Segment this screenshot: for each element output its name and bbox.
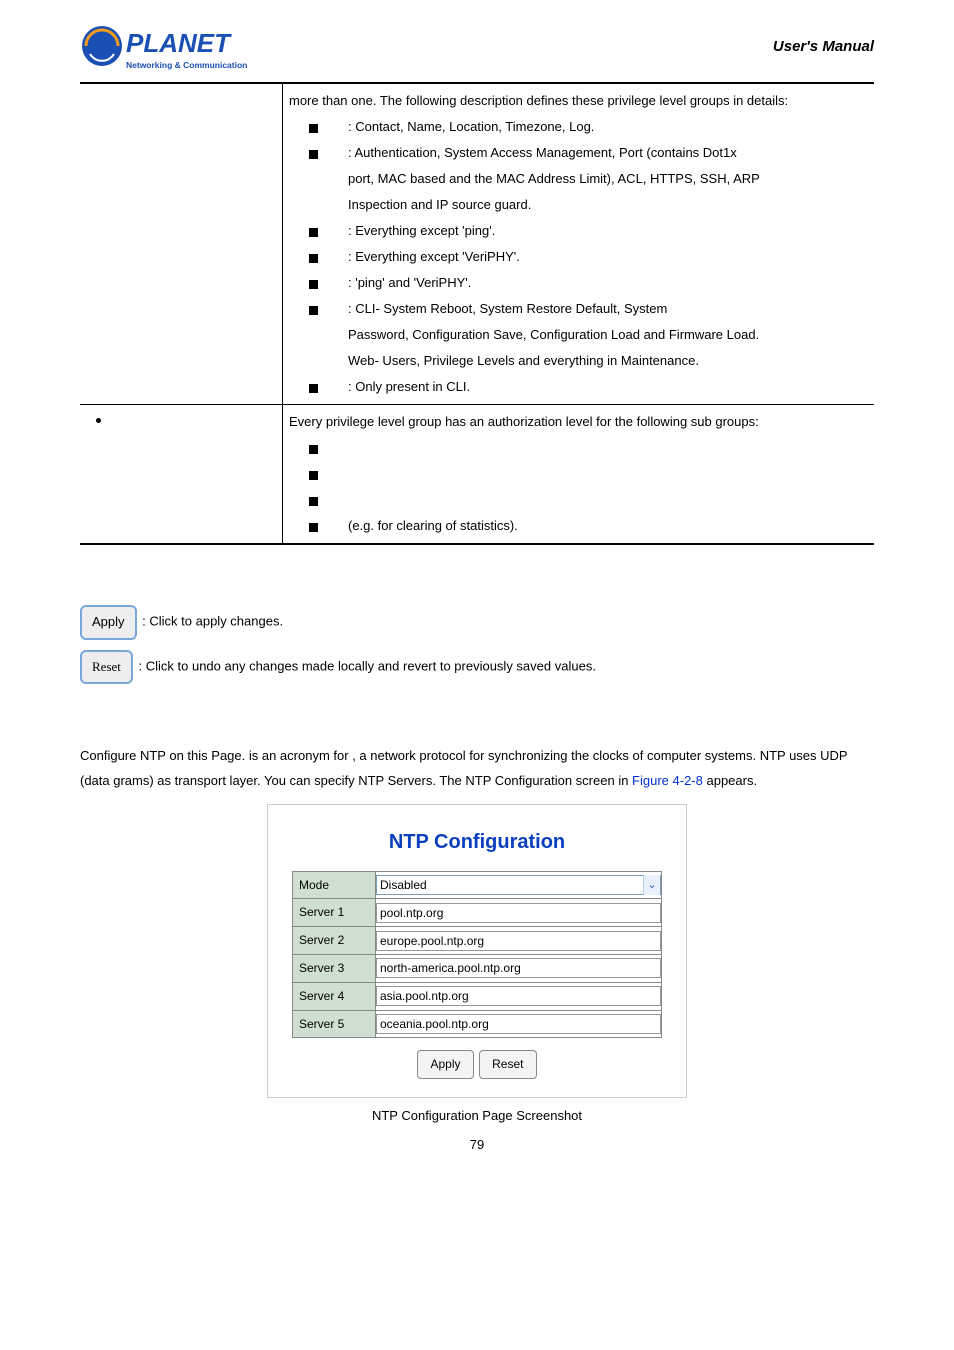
dot-bullet-icon — [96, 418, 101, 423]
group-maint-sub1: Password, Configuration Save, Configurat… — [348, 322, 868, 348]
group-port: : Everything except 'VeriPHY'. — [348, 244, 868, 270]
panel-apply-button[interactable]: Apply — [417, 1050, 473, 1079]
server1-label: Server 1 — [293, 899, 376, 927]
table-row: Mode Disabled ⌄ — [293, 871, 662, 899]
row2-intro: Every privilege level group has an autho… — [289, 409, 868, 435]
square-bullet-icon — [309, 471, 318, 480]
subgroup-4: (e.g. for clearing of statistics). — [348, 513, 868, 539]
group-security-sub2: Inspection and IP source guard. — [348, 192, 868, 218]
group-security-sub1: port, MAC based and the MAC Address Limi… — [348, 166, 868, 192]
group-system: : Contact, Name, Location, Timezone, Log… — [348, 114, 868, 140]
ntp-text-d: appears. — [706, 773, 757, 788]
table-row: Server 1 pool.ntp.org — [293, 899, 662, 927]
ntp-paragraph: Configure NTP on this Page. is an acrony… — [80, 744, 874, 793]
ntp-config-panel: NTP Configuration Mode Disabled ⌄ Server… — [267, 804, 687, 1099]
mode-value: Disabled — [380, 874, 427, 897]
server5-input[interactable]: oceania.pool.ntp.org — [376, 1014, 661, 1034]
apply-button-image: Apply — [80, 605, 137, 640]
reset-desc: : Click to undo any changes made locally… — [139, 658, 596, 673]
square-bullet-icon — [309, 497, 318, 506]
square-bullet-icon — [309, 254, 318, 263]
page-number: 79 — [80, 1133, 874, 1158]
table-row: Server 3 north-america.pool.ntp.org — [293, 954, 662, 982]
svg-text:Networking & Communication: Networking & Communication — [126, 60, 247, 70]
group-maint-sub2: Web- Users, Privilege Levels and everyth… — [348, 348, 868, 374]
buttons-section: Apply : Click to apply changes. Reset : … — [80, 605, 874, 684]
group-debug: : Only present in CLI. — [348, 374, 868, 400]
table-row: Server 4 asia.pool.ntp.org — [293, 982, 662, 1010]
square-bullet-icon — [309, 124, 318, 133]
page-header: PLANET Networking & Communication User's… — [80, 20, 874, 84]
server5-label: Server 5 — [293, 1010, 376, 1038]
group-ip: : Everything except 'ping'. — [348, 218, 868, 244]
subgroup-1 — [348, 435, 868, 461]
square-bullet-icon — [309, 445, 318, 454]
logo: PLANET Networking & Communication — [80, 20, 270, 78]
square-bullet-icon — [309, 306, 318, 315]
ntp-text-a: Configure NTP on this Page. — [80, 748, 249, 763]
figure-caption: NTP Configuration Page Screenshot — [80, 1104, 874, 1129]
square-bullet-icon — [309, 523, 318, 532]
privilege-table: more than one. The following description… — [80, 84, 874, 545]
square-bullet-icon — [309, 150, 318, 159]
subgroup-3 — [348, 487, 868, 513]
table-row: Server 5 oceania.pool.ntp.org — [293, 1010, 662, 1038]
subgroup-2 — [348, 461, 868, 487]
header-title: User's Manual — [773, 20, 874, 55]
server3-input[interactable]: north-america.pool.ntp.org — [376, 958, 661, 978]
mode-label: Mode — [293, 871, 376, 899]
ntp-config-table: Mode Disabled ⌄ Server 1 pool.ntp.org Se… — [292, 871, 662, 1039]
server4-input[interactable]: asia.pool.ntp.org — [376, 986, 661, 1006]
panel-reset-button[interactable]: Reset — [479, 1050, 536, 1079]
group-maint: : CLI- System Reboot, System Restore Def… — [348, 296, 868, 322]
group-diag: : 'ping' and 'VeriPHY'. — [348, 270, 868, 296]
group-security: : Authentication, System Access Manageme… — [348, 140, 868, 166]
server2-input[interactable]: europe.pool.ntp.org — [376, 931, 661, 951]
svg-text:PLANET: PLANET — [126, 28, 232, 58]
square-bullet-icon — [309, 228, 318, 237]
apply-desc: : Click to apply changes. — [142, 614, 283, 629]
server4-label: Server 4 — [293, 982, 376, 1010]
ntp-section: Configure NTP on this Page. is an acrony… — [80, 744, 874, 1157]
chevron-down-icon: ⌄ — [643, 875, 660, 896]
ntp-text-b: is an acronym for — [249, 748, 352, 763]
server2-label: Server 2 — [293, 927, 376, 955]
server1-input[interactable]: pool.ntp.org — [376, 903, 661, 923]
mode-select[interactable]: Disabled ⌄ — [376, 875, 661, 895]
row1-intro: more than one. The following description… — [289, 88, 868, 114]
server3-label: Server 3 — [293, 954, 376, 982]
ntp-panel-title: NTP Configuration — [292, 823, 662, 861]
square-bullet-icon — [309, 280, 318, 289]
square-bullet-icon — [309, 384, 318, 393]
table-row: Server 2 europe.pool.ntp.org — [293, 927, 662, 955]
figure-link[interactable]: Figure 4-2-8 — [632, 773, 703, 788]
reset-button-image: Reset — [80, 650, 133, 685]
